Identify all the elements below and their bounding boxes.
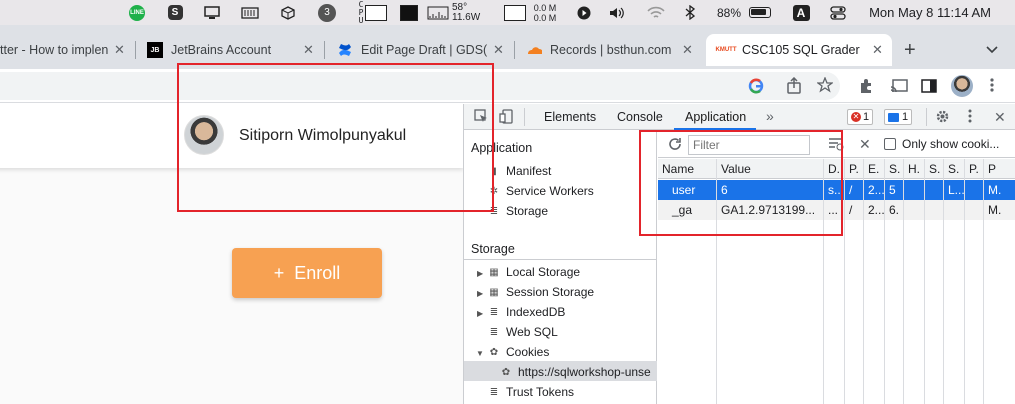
line-app-icon[interactable]: LINE [128,0,146,25]
devtools-menu-icon[interactable] [968,108,972,127]
menubar-clock[interactable]: Mon May 8 11:14 AM [862,0,998,25]
tab-console[interactable]: Console [617,110,663,124]
tab-title: CSC105 SQL Grader [742,43,860,57]
new-tab-button[interactable]: + [904,34,924,66]
s-app-icon[interactable]: S [166,0,184,25]
memory-icon[interactable] [240,0,260,25]
battery-percent: 88% [716,5,742,20]
error-badge[interactable]: ✕ 1 [847,109,874,125]
sidebar-item-indexeddb[interactable]: ≣ IndexedDB [488,305,566,319]
sidebar-item-manifest[interactable]: ▮ Manifest [488,164,551,178]
tab-1[interactable]: tter - How to implen ✕ [0,34,134,66]
network-readout: 0.0 M 0.0 M [533,2,557,23]
grid-icon: ▦ [489,266,499,278]
browser-toolbar [0,69,1015,103]
tab-2[interactable]: JB JetBrains Account ✕ [147,34,323,66]
cookie-icon: ✿ [489,346,499,358]
col-partition[interactable]: P. [965,159,983,178]
notification-count-icon[interactable]: 3 [316,0,338,25]
devtools-tabbar: Elements Console Application » ✕ 1 1 ✕ [464,104,1015,130]
close-tab-icon[interactable]: ✕ [303,42,314,58]
temp-power-readout: 58° 11.6W [452,1,481,23]
col-path[interactable]: P. [845,159,863,178]
cookie-icon: ✿ [501,366,511,378]
grid-icon: ▦ [489,286,499,298]
cpu-graph: CPU [352,0,394,25]
col-size[interactable]: S. [885,159,903,178]
tab-title: Edit Page Draft | GDS( [361,43,488,57]
clear-all-icon[interactable]: ✕ [859,136,871,153]
display-icon[interactable] [202,0,222,25]
sidebar-item-session-storage[interactable]: ▦ Session Storage [488,285,594,299]
extensions-icon[interactable] [858,78,874,97]
network-graph [502,0,528,25]
database-icon: ≣ [489,326,499,338]
sidebar-item-service-workers[interactable]: ✲ Service Workers [488,184,594,198]
gpu-graph [426,0,450,25]
message-badge[interactable]: 1 [884,109,913,125]
input-source-icon[interactable]: A [791,0,811,25]
cloudflare-favicon [526,42,542,58]
only-show-cookies-label: Only show cooki... [902,137,1000,151]
sidebar-item-storage[interactable]: ≣ Storage [488,204,548,218]
jetbrains-favicon: JB [147,42,163,58]
kmutt-favicon: KMUTT [715,47,737,53]
close-tab-icon[interactable]: ✕ [493,42,504,58]
col-samesite[interactable]: S. [944,159,964,178]
bookmark-star-icon[interactable] [816,76,834,96]
share-icon[interactable] [786,76,802,97]
side-panel-icon[interactable] [921,78,937,97]
close-tab-icon[interactable]: ✕ [682,42,693,58]
annotation-box-user [177,63,494,212]
play-icon[interactable] [575,0,593,25]
enroll-button[interactable]: + Enroll [232,248,382,298]
tab-application[interactable]: Application [685,110,746,124]
mem-graph [396,0,422,25]
tab-title: tter - How to implen [0,43,109,57]
browser-tab-strip: tter - How to implen ✕ JB JetBrains Acco… [0,25,1015,69]
device-toolbar-icon[interactable] [499,109,513,127]
control-center-icon[interactable] [828,0,848,25]
col-secure[interactable]: S. [925,159,943,178]
plus-icon: + [273,262,285,283]
close-tab-icon[interactable]: ✕ [872,42,883,58]
google-icon[interactable] [748,78,764,97]
sidebar-item-web-sql[interactable]: ≣ Web SQL [488,325,558,339]
settings-gear-icon[interactable] [935,109,950,127]
more-menu-icon[interactable] [990,77,994,96]
wifi-icon[interactable] [646,0,666,25]
tab-active-sql-grader[interactable]: KMUTT CSC105 SQL Grader ✕ [706,34,892,66]
volume-icon[interactable] [607,0,629,25]
battery-icon[interactable] [746,0,774,25]
package-icon[interactable] [278,0,298,25]
cast-icon[interactable] [890,78,908,97]
more-tabs-icon[interactable]: » [766,108,774,124]
sidebar-item-cookies[interactable]: ✿ Cookies [488,345,550,359]
macos-menu-bar: LINE S 3 CPU 58°11.6W 0.0 M0.0 M 88% A [0,0,1015,25]
col-priority[interactable]: P [984,159,1015,178]
sidebar-item-trust-tokens[interactable]: ≣ Trust Tokens [488,385,574,399]
storage-section-title: Storage [471,242,515,256]
only-show-cookies-checkbox[interactable] [884,138,896,150]
tab-title: JetBrains Account [171,43,272,57]
tab-search-chevron-icon[interactable] [986,34,1000,66]
sidebar-item-local-storage[interactable]: ▦ Local Storage [488,265,580,279]
enroll-label: Enroll [294,262,341,283]
close-devtools-icon[interactable]: ✕ [994,109,1006,126]
database-icon: ≣ [489,306,499,318]
tab-3[interactable]: Edit Page Draft | GDS( ✕ [337,34,513,66]
database-icon: ≣ [489,386,499,398]
tab-elements[interactable]: Elements [544,110,596,124]
profile-avatar-icon[interactable] [951,75,973,97]
col-httponly[interactable]: H. [904,159,924,178]
tab-title: Records | bsthun.com [550,43,672,57]
close-tab-icon[interactable]: ✕ [114,42,125,58]
tab-4[interactable]: Records | bsthun.com ✕ [526,34,702,66]
col-expires[interactable]: E. [864,159,884,178]
confluence-favicon [337,42,353,58]
annotation-box-cookies [639,130,843,236]
bluetooth-icon[interactable] [682,0,698,25]
sidebar-item-cookie-origin[interactable]: ✿ https://sqlworkshop-unse [500,365,657,379]
